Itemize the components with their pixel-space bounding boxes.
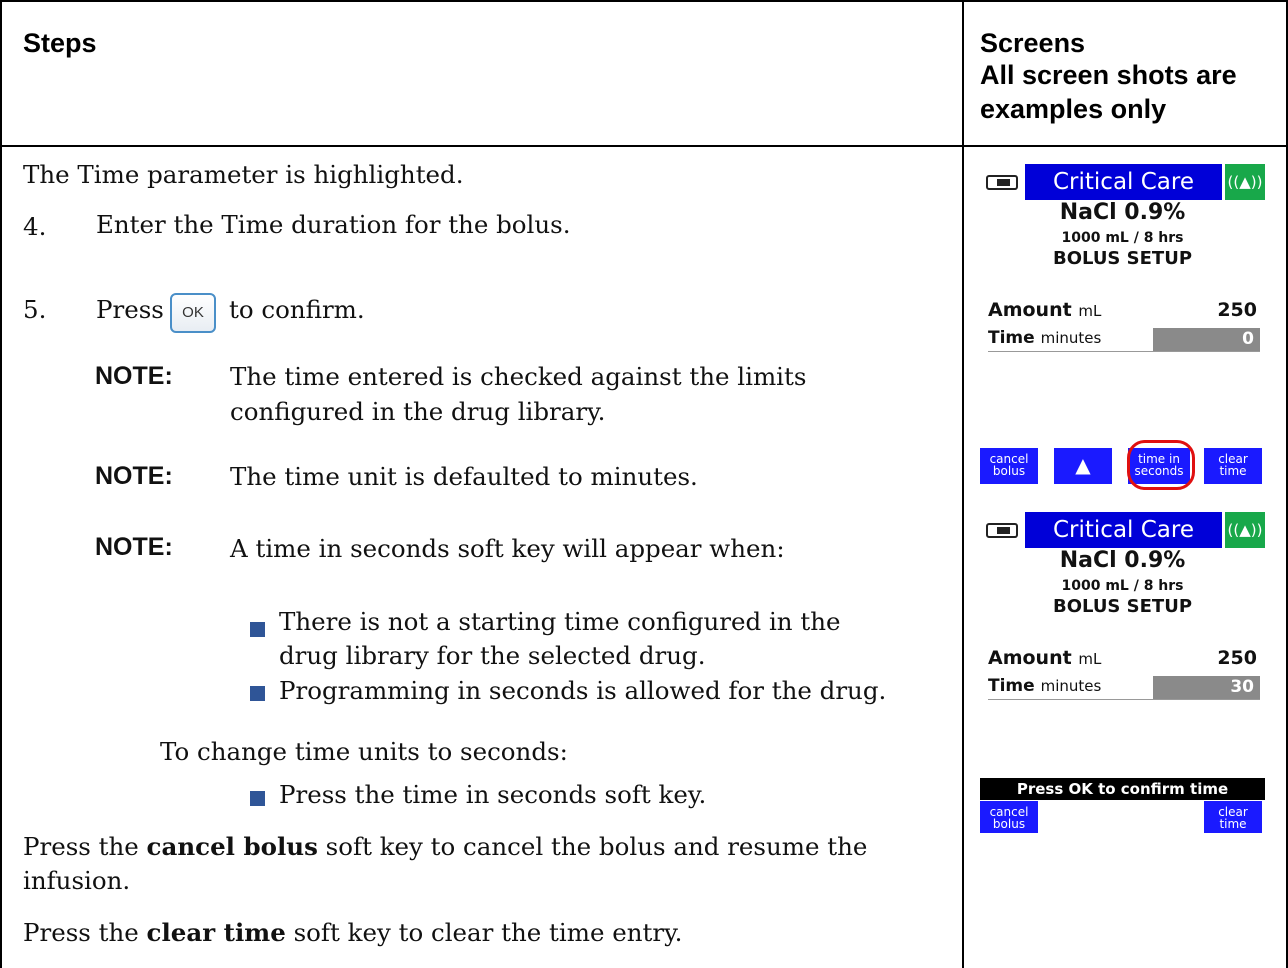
note3-label: NOTE: (95, 533, 173, 561)
screen1-title: Critical Care (1025, 164, 1222, 200)
note1-label: NOTE: (95, 362, 173, 390)
procedure-table: Steps Screens All screen shots are examp… (0, 0, 1288, 968)
clear-time-softkey[interactable]: clear time (1204, 448, 1262, 484)
screen2-title: Critical Care (1025, 512, 1222, 548)
bullet2-text: Programming in seconds is allowed for th… (279, 676, 887, 705)
screen1-amount-value: 250 (1217, 299, 1257, 321)
screen1-time-underline (988, 351, 1260, 352)
screen2-time-field[interactable]: 30 (1153, 676, 1260, 699)
pump-screen-1: Critical Care ((▲)) NaCl 0.9% 1000 mL / … (980, 164, 1265, 484)
wireless-icon: ((▲)) (1225, 164, 1265, 200)
screen2-drug: NaCl 0.9% (1059, 548, 1186, 573)
screen2-top-bar: Critical Care ((▲)) (980, 512, 1265, 548)
pump-screen-2: Critical Care ((▲)) NaCl 0.9% 1000 mL / … (980, 512, 1265, 834)
screen2-amount-label: Amount mL (988, 647, 1102, 669)
square-bullet-icon (250, 686, 265, 701)
step4-number: 4. (23, 212, 47, 241)
screen1-amount-label: Amount mL (988, 299, 1102, 321)
header-divider (0, 145, 1288, 147)
screen2-time-label: Time minutes (988, 676, 1102, 696)
bullet3-text: Press the time in seconds soft key. (279, 780, 707, 809)
step4-text: Enter the Time duration for the bolus. (96, 210, 571, 239)
screens-header-line3: examples only (980, 94, 1167, 124)
clear-time-softkey[interactable]: clear time (1204, 801, 1262, 833)
battery-icon (986, 175, 1018, 190)
screen1-time-label: Time minutes (988, 328, 1102, 348)
note2-text: The time unit is defaulted to minutes. (230, 462, 698, 491)
confirm-message: Press OK to confirm time (980, 778, 1265, 800)
bullet1-line2: drug library for the selected drug. (279, 641, 706, 670)
cancel-bolus-line1: Press the cancel bolus soft key to cance… (23, 832, 868, 861)
ok-key-icon: OK (170, 293, 216, 333)
cancel-bolus-line2: infusion. (23, 866, 131, 895)
cancel-bolus-softkey[interactable]: cancel bolus (980, 448, 1038, 484)
change-units-text: To change time units to seconds: (160, 737, 568, 766)
wireless-icon: ((▲)) (1225, 512, 1265, 548)
note1-line1: The time entered is checked against the … (230, 362, 807, 391)
screen2-mode: BOLUS SETUP (1052, 596, 1193, 617)
screens-header-line1: Screens (980, 28, 1086, 58)
screen1-drug: NaCl 0.9% (1059, 200, 1186, 225)
table-border-top (0, 0, 1288, 2)
column-divider (962, 0, 964, 968)
screen1-top-bar: Critical Care ((▲)) (980, 164, 1265, 200)
note2-label: NOTE: (95, 462, 173, 490)
screen1-volume: 1000 mL / 8 hrs (1061, 230, 1184, 246)
screen2-volume: 1000 mL / 8 hrs (1061, 578, 1184, 594)
square-bullet-icon (250, 622, 265, 637)
intro-text: The Time parameter is highlighted. (23, 160, 464, 189)
screens-header-line2: All screen shots are (980, 60, 1237, 90)
highlight-circle (1127, 440, 1195, 490)
note1-line2: configured in the drug library. (230, 397, 606, 426)
up-arrow-softkey[interactable]: ▲ (1054, 448, 1112, 484)
step5-confirm-text: to confirm. (229, 295, 365, 324)
battery-icon (986, 523, 1018, 538)
steps-header: Steps (23, 28, 97, 58)
cancel-bolus-softkey[interactable]: cancel bolus (980, 801, 1038, 833)
step5-number: 5. (23, 295, 47, 324)
bullet1-line1: There is not a starting time configured … (279, 607, 841, 636)
square-bullet-icon (250, 791, 265, 806)
screen2-amount-value: 250 (1217, 647, 1257, 669)
screen1-time-field[interactable]: 0 (1153, 328, 1260, 351)
cancel-bolus-bold: cancel bolus (146, 832, 318, 861)
clear-time-bold: clear time (146, 918, 286, 947)
screen2-time-underline (988, 699, 1260, 700)
clear-time-text: Press the clear time soft key to clear t… (23, 918, 683, 947)
note3-text: A time in seconds soft key will appear w… (230, 534, 785, 563)
screen1-mode: BOLUS SETUP (1052, 248, 1193, 269)
step5-press-text: Press (96, 295, 164, 324)
